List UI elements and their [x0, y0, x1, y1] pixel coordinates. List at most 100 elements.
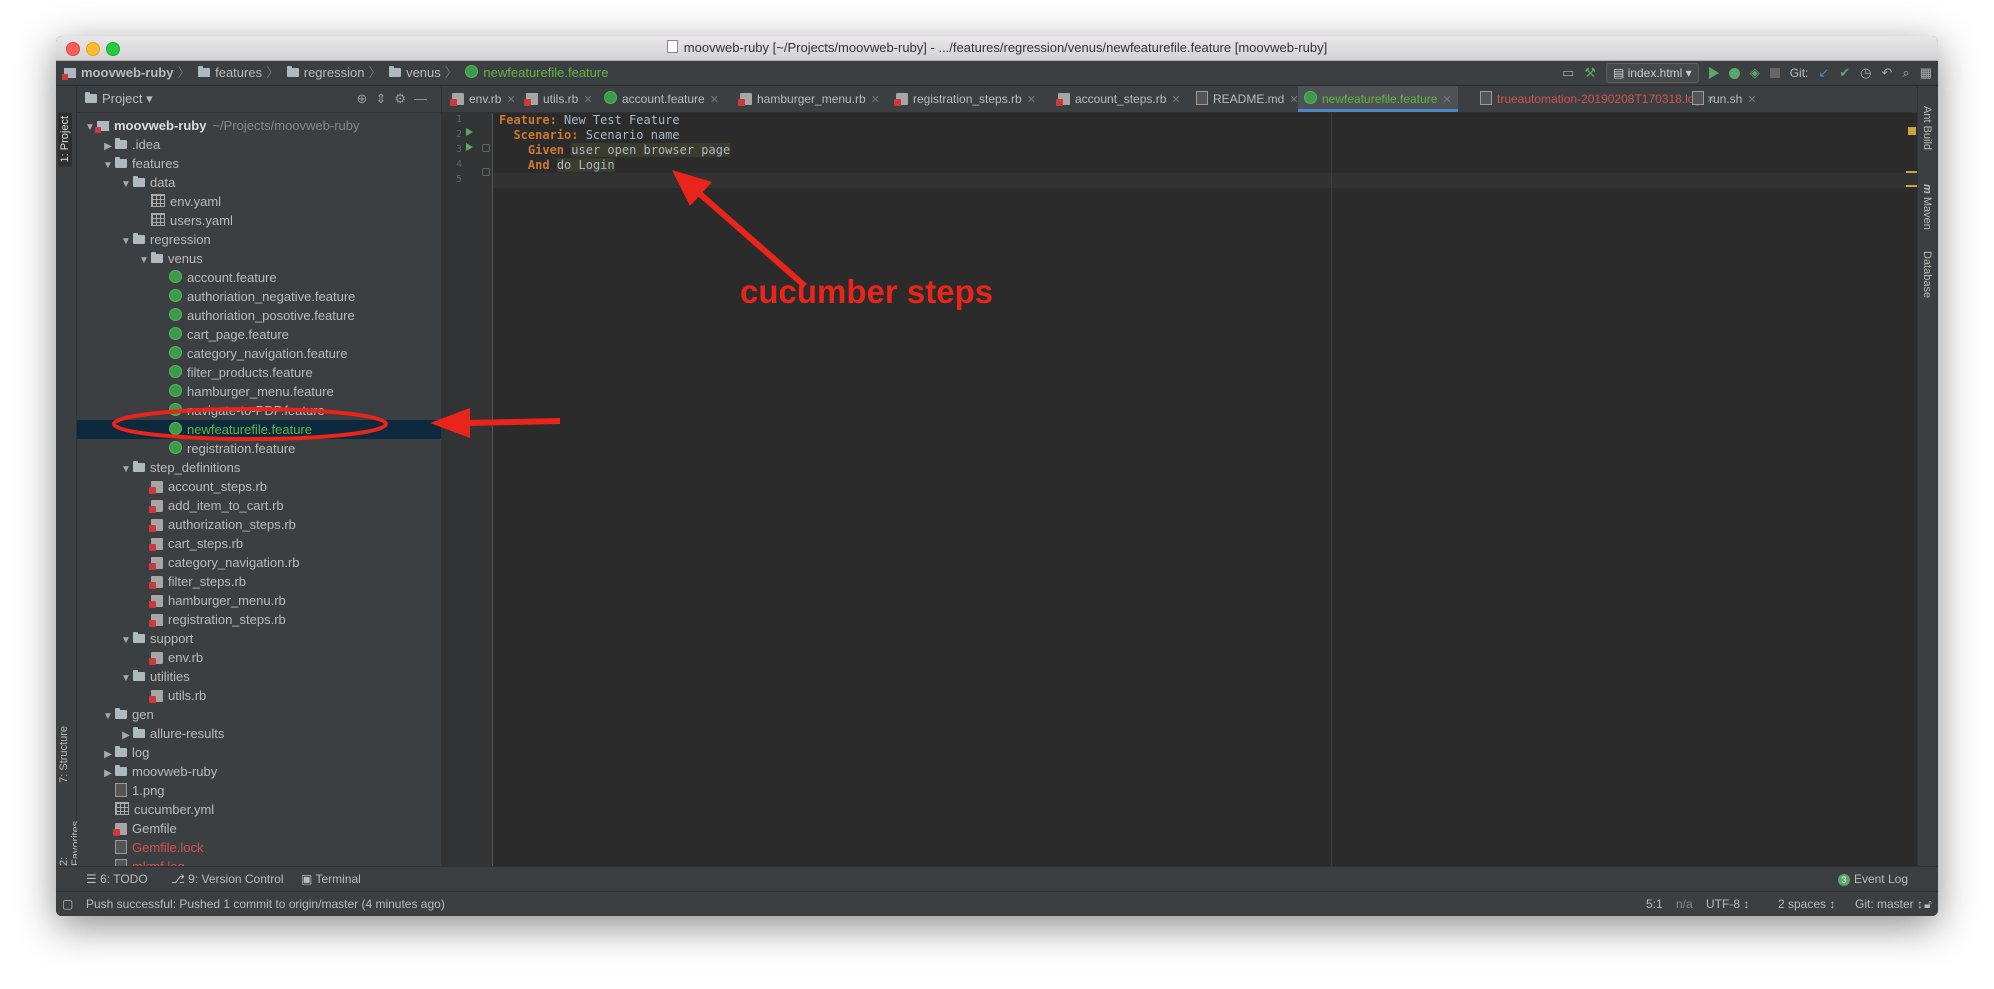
tree-item[interactable]: ▼ regression — [77, 230, 441, 249]
tree-item[interactable]: filter_products.feature — [77, 363, 441, 382]
tree-item[interactable]: registration_steps.rb — [77, 610, 441, 629]
lock-icon[interactable]: 🔓︎ — [1924, 892, 1932, 916]
code-line[interactable]: Given user open browser page — [499, 143, 731, 158]
tree-item[interactable]: ▼ step_definitions — [77, 458, 441, 477]
run-configuration-select[interactable]: ▤ index.html ▾ — [1605, 63, 1699, 83]
editor-tab[interactable]: registration_steps.rb ✕ — [890, 86, 1042, 112]
history-icon[interactable]: ◷ — [1860, 61, 1871, 85]
panel-toggle-icon[interactable]: ▢ — [62, 892, 73, 916]
tree-item[interactable]: cucumber.yml — [77, 800, 441, 819]
tree-item[interactable]: 1.png — [77, 781, 441, 800]
editor-tab[interactable]: run.sh ✕ — [1686, 86, 1763, 112]
vcs-commit-icon[interactable]: ✔ — [1839, 61, 1850, 85]
tab-maven[interactable]: m Maven — [1921, 184, 1933, 230]
tree-item[interactable]: account.feature — [77, 268, 441, 287]
tree-item[interactable]: ▼ gen — [77, 705, 441, 724]
warning-marker[interactable] — [1908, 127, 1916, 135]
tree-item[interactable]: category_navigation.feature — [77, 344, 441, 363]
tree-item[interactable]: ▼ features — [77, 154, 441, 173]
tree-item[interactable]: cart_page.feature — [77, 325, 441, 344]
git-branch[interactable]: Git: master ↕ — [1855, 892, 1923, 916]
tree-item[interactable]: Gemfile.lock — [77, 838, 441, 857]
hide-icon[interactable]: — — [414, 91, 435, 106]
breadcrumb-regression[interactable]: regression 〉 — [286, 61, 381, 85]
breadcrumb-file[interactable]: newfeaturefile.feature — [465, 61, 608, 85]
run-scenario-icon[interactable] — [466, 143, 473, 151]
tree-item[interactable]: navigate-to-PDP.feature — [77, 401, 441, 420]
editor-tab[interactable]: trueautomation-20190208T170318.log ✕ — [1474, 86, 1721, 112]
editor-tab[interactable]: utils.rb ✕ — [520, 86, 599, 112]
tree-item[interactable]: authoriation_posotive.feature — [77, 306, 441, 325]
tree-item[interactable]: users.yaml — [77, 211, 441, 230]
breadcrumb-project[interactable]: moovweb-ruby 〉 — [62, 61, 190, 85]
fold-icon[interactable] — [482, 168, 490, 176]
tree-item[interactable]: ▶ log — [77, 743, 441, 762]
tree-item[interactable]: account_steps.rb — [77, 477, 441, 496]
todo-tool-button[interactable]: ☰ 6: TODO — [86, 867, 148, 891]
search-icon[interactable]: ⌕ — [1902, 61, 1909, 85]
close-tab-icon[interactable]: ✕ — [871, 94, 880, 106]
status-message[interactable]: Push successful: Pushed 1 commit to orig… — [86, 892, 445, 916]
close-tab-icon[interactable]: ✕ — [1747, 94, 1756, 106]
layout-icon[interactable]: ▭ — [1562, 61, 1574, 85]
tab-structure-tool[interactable]: 7: Structure — [58, 726, 70, 783]
tree-item[interactable]: cart_steps.rb — [77, 534, 441, 553]
tree-item[interactable]: add_item_to_cart.rb — [77, 496, 441, 515]
file-encoding[interactable]: UTF-8 ↕ — [1706, 892, 1749, 916]
gear-icon[interactable]: ⚙ — [394, 91, 414, 106]
run-icon[interactable] — [1708, 67, 1719, 79]
build-hammer-icon[interactable]: ⚒ — [1584, 61, 1596, 85]
tree-item[interactable]: ▶ .idea — [77, 135, 441, 154]
version-control-tool-button[interactable]: ⎇ 9: Version Control — [171, 867, 284, 891]
line-separator[interactable]: n/a — [1676, 892, 1693, 916]
vcs-update-icon[interactable]: ↙ — [1818, 61, 1829, 85]
code-line[interactable]: And do Login — [499, 158, 615, 173]
tree-item[interactable]: newfeaturefile.feature — [77, 420, 441, 439]
event-log-tool-button[interactable]: 3 Event Log — [1837, 867, 1908, 891]
tree-item[interactable]: utils.rb — [77, 686, 441, 705]
terminal-tool-button[interactable]: ▣ Terminal — [301, 867, 361, 891]
tree-item[interactable]: hamburger_menu.rb — [77, 591, 441, 610]
tree-item[interactable]: ▼ support — [77, 629, 441, 648]
coverage-icon[interactable]: ◈ — [1750, 61, 1760, 85]
breadcrumb-venus[interactable]: venus 〉 — [389, 61, 458, 85]
tree-item[interactable]: ▼ moovweb-ruby ~/Projects/moovweb-ruby — [77, 116, 441, 135]
breadcrumb-features[interactable]: features 〉 — [198, 61, 279, 85]
close-window-button[interactable] — [66, 42, 80, 56]
debug-icon[interactable] — [1728, 67, 1740, 79]
indent-setting[interactable]: 2 spaces ↕ — [1778, 892, 1835, 916]
code-line[interactable]: Scenario: Scenario name — [499, 128, 679, 143]
editor-tab[interactable]: hamburger_menu.rb ✕ — [734, 86, 886, 112]
close-tab-icon[interactable]: ✕ — [1442, 94, 1451, 106]
caret-position[interactable]: 5:1 — [1646, 892, 1663, 916]
code-editor[interactable]: cucumber steps Feature: New Test Feature… — [493, 113, 1918, 866]
revert-icon[interactable]: ↶ — [1882, 61, 1893, 85]
tree-item[interactable]: ▶ moovweb-ruby — [77, 762, 441, 781]
editor-tab[interactable]: README.md ✕ — [1190, 86, 1305, 112]
stop-icon[interactable] — [1769, 68, 1780, 78]
editor-tab[interactable]: account_steps.rb ✕ — [1052, 86, 1187, 112]
editor-tab[interactable]: newfeaturefile.feature ✕ — [1298, 86, 1458, 112]
tree-item[interactable]: ▼ utilities — [77, 667, 441, 686]
tree-item[interactable]: ▼ venus — [77, 249, 441, 268]
tree-item[interactable]: ▶ allure-results — [77, 724, 441, 743]
tree-item[interactable]: hamburger_menu.feature — [77, 382, 441, 401]
run-feature-icon[interactable] — [466, 128, 473, 136]
collapse-all-icon[interactable]: ⇕ — [375, 91, 394, 106]
close-tab-icon[interactable]: ✕ — [1027, 94, 1036, 106]
zoom-window-button[interactable] — [106, 42, 120, 56]
project-view-select[interactable]: Project ▾ — [85, 91, 153, 106]
editor-tab[interactable]: env.rb ✕ — [446, 86, 522, 112]
tab-project-tool[interactable]: 1: Project — [58, 112, 72, 167]
tree-item[interactable]: ▼ data — [77, 173, 441, 192]
tab-ant-build[interactable]: Ant Build — [1921, 106, 1933, 150]
tree-item[interactable]: registration.feature — [77, 439, 441, 458]
tab-database[interactable]: Database — [1921, 251, 1933, 298]
tree-item[interactable]: Gemfile — [77, 819, 441, 838]
tree-item[interactable]: env.rb — [77, 648, 441, 667]
tree-item[interactable]: authoriation_negative.feature — [77, 287, 441, 306]
code-line[interactable]: Feature: New Test Feature — [499, 113, 680, 128]
tree-item[interactable]: authorization_steps.rb — [77, 515, 441, 534]
close-tab-icon[interactable]: ✕ — [710, 94, 719, 106]
close-tab-icon[interactable]: ✕ — [1171, 94, 1180, 106]
